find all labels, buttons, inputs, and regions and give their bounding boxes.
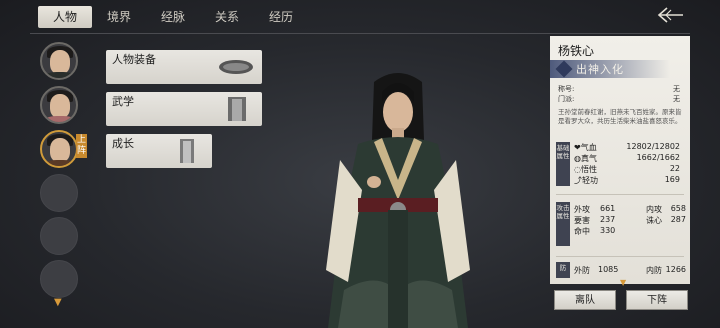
tab-relations[interactable]: 关系: [200, 6, 254, 28]
wuxing-label: ◌悟性: [574, 165, 597, 174]
waigong-label: 外攻: [574, 205, 590, 214]
zhenqi-value: 1662/1662: [636, 153, 680, 162]
character-info-panel: 杨铁心 出神入化 称号: 无 门派: 无 王孙堂前春红谢，旧燕未飞百姓家。原来皆…: [550, 36, 690, 284]
yaohai-label: 要害: [574, 216, 590, 225]
qinggong-label: ⤴轻功: [574, 176, 598, 185]
zhuxin-value: 287: [670, 215, 686, 224]
character-description: 王孙堂前春红谢，旧燕未飞百姓家。原来皆是看罗大众，共历生活柴米油盐喜怒哀乐。: [558, 108, 682, 125]
leave-team-button[interactable]: 离队: [554, 290, 616, 310]
basic-attrs-label: 基础属性: [556, 142, 570, 186]
wuxing-icon: ◌: [574, 165, 581, 174]
sect-row: 门派: 无: [558, 94, 680, 104]
rank-emblem-icon: [555, 60, 573, 78]
top-tabs: 人物 境界 经脉 关系 经历: [38, 6, 308, 28]
neifang-label: 内防: [646, 266, 662, 275]
remove-from-battle-button[interactable]: 下阵: [626, 290, 688, 310]
party-list: [40, 42, 80, 303]
party-avatar-2[interactable]: [40, 86, 78, 124]
wuxing-value: 22: [669, 164, 680, 173]
sect-label: 门派:: [558, 95, 575, 103]
waigong-value: 661: [600, 204, 616, 213]
growth-label: 成长: [112, 137, 134, 150]
rank-banner: 出神入化: [550, 60, 670, 78]
mingzhong-value: 330: [600, 226, 616, 235]
zhenqi-icon: ◍: [574, 154, 581, 163]
back-arrow-icon: [657, 7, 683, 23]
yaohai-value: 237: [600, 215, 616, 224]
equipment-label: 人物装备: [112, 53, 156, 66]
divider: [556, 194, 684, 195]
party-avatar-1[interactable]: [40, 42, 78, 80]
qixue-value: 12802/12802: [626, 142, 680, 151]
tab-character[interactable]: 人物: [38, 6, 92, 28]
qinggong-value: 169: [664, 175, 680, 184]
neigong-label: 内攻: [646, 205, 662, 214]
party-slot-empty[interactable]: [40, 217, 78, 255]
rank-label: 出神入化: [576, 63, 624, 76]
character-portrait: [326, 73, 470, 328]
zhuxin-label: 诛心: [646, 216, 662, 225]
party-slot-empty[interactable]: [40, 260, 78, 298]
qinggong-icon: ⤴: [574, 176, 582, 185]
party-avatar-selected[interactable]: [40, 130, 78, 168]
title-label: 称号:: [558, 85, 575, 93]
party-slot-empty[interactable]: [40, 174, 78, 212]
sect-value: 无: [673, 95, 680, 103]
mingzhong-label: 命中: [574, 227, 590, 236]
in-battle-badge: 上阵: [76, 134, 87, 158]
back-button[interactable]: [652, 6, 688, 28]
equipment-icon: [219, 60, 253, 74]
scroll-book-icon: [228, 97, 246, 121]
divider: [556, 256, 684, 257]
growth-button[interactable]: 成长: [106, 134, 212, 168]
waifang-value: 1085: [598, 265, 619, 274]
martial-label: 武学: [112, 95, 134, 108]
defense-attrs-label: 防: [556, 262, 570, 278]
zhenqi-label: ◍真气: [574, 154, 597, 163]
equipment-button[interactable]: 人物装备: [106, 50, 262, 84]
title-row: 称号: 无: [558, 84, 680, 94]
title-value: 无: [673, 85, 680, 93]
neifang-value: 1266: [665, 265, 686, 274]
martial-button[interactable]: 武学: [106, 92, 262, 126]
header-divider: [30, 33, 690, 34]
panel-scroll-down-icon[interactable]: ▼: [620, 278, 626, 287]
waifang-label: 外防: [574, 266, 590, 275]
neigong-value: 658: [670, 204, 686, 213]
growth-scroll-icon: [180, 139, 194, 163]
tab-realm[interactable]: 境界: [92, 6, 146, 28]
tab-history[interactable]: 经历: [254, 6, 308, 28]
heart-icon: ❤: [574, 143, 581, 152]
attack-attrs-label: 攻击属性: [556, 202, 570, 246]
qixue-label: ❤气血: [574, 143, 597, 152]
tab-meridian[interactable]: 经脉: [146, 6, 200, 28]
character-name: 杨铁心: [558, 44, 595, 58]
scroll-down-icon[interactable]: ▼: [54, 297, 62, 308]
